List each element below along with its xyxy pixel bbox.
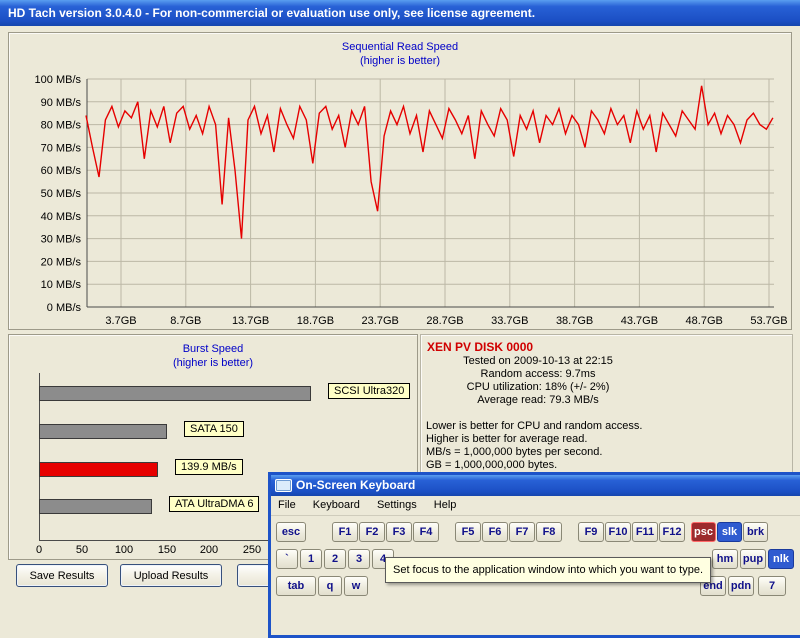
osk-key-F1[interactable]: F1 — [332, 522, 358, 542]
x-tick-label: 8.7GB — [170, 315, 201, 327]
osk-key-3[interactable]: 3 — [348, 549, 370, 569]
osk-key-esc[interactable]: esc — [276, 522, 306, 542]
osk-key-pup[interactable]: pup — [740, 549, 766, 569]
osk-key-7[interactable]: 7 — [758, 576, 786, 596]
osk-key-`[interactable]: ` — [276, 549, 298, 569]
osk-key-nlk[interactable]: nlk — [768, 549, 794, 569]
menu-keyboard[interactable]: Keyboard — [306, 496, 367, 515]
window-title: HD Tach version 3.0.4.0 - For non-commer… — [8, 6, 535, 20]
osk-key-2[interactable]: 2 — [324, 549, 346, 569]
osk-key-F7[interactable]: F7 — [509, 522, 535, 542]
burst-x-tick-label: 200 — [192, 544, 226, 556]
x-tick-label: 18.7GB — [297, 315, 334, 327]
menu-settings[interactable]: Settings — [370, 496, 424, 515]
osk-key-F4[interactable]: F4 — [413, 522, 439, 542]
osk-key-tab[interactable]: tab — [276, 576, 316, 596]
menu-file[interactable]: File — [271, 496, 303, 515]
upload-results-button[interactable]: Upload Results — [120, 564, 222, 587]
sequential-read-chart: 0 MB/s 10 MB/s 20 MB/s 30 MB/s 40 MB/s 50 MB/… — [9, 33, 789, 327]
osk-key-1[interactable]: 1 — [300, 549, 322, 569]
y-tick-label: 60 MB/s — [41, 165, 82, 177]
burst-bar — [39, 424, 167, 439]
burst-bar-label: 139.9 MB/s — [175, 459, 243, 475]
osk-key-F8[interactable]: F8 — [536, 522, 562, 542]
osk-title: On-Screen Keyboard — [296, 475, 415, 496]
osk-key-F2[interactable]: F2 — [359, 522, 385, 542]
x-tick-label: 53.7GB — [750, 315, 787, 327]
x-tick-label: 23.7GB — [362, 315, 399, 327]
burst-x-tick-label: 50 — [65, 544, 99, 556]
info-note-line: MB/s = 1,000,000 bytes per second. — [426, 446, 792, 459]
osk-key-F9[interactable]: F9 — [578, 522, 604, 542]
y-tick-label: 40 MB/s — [41, 211, 82, 223]
y-tick-label: 100 MB/s — [35, 74, 82, 86]
osk-key-pdn[interactable]: pdn — [728, 576, 754, 596]
osk-titlebar[interactable]: On-Screen Keyboard — [271, 475, 800, 496]
x-tick-label: 13.7GB — [232, 315, 269, 327]
burst-chart-subtitle: (higher is better) — [9, 357, 417, 369]
y-tick-label: 20 MB/s — [41, 256, 82, 268]
osk-key-q[interactable]: q — [318, 576, 342, 596]
hd-tach-titlebar[interactable]: HD Tach version 3.0.4.0 - For non-commer… — [0, 0, 800, 26]
osk-key-F11[interactable]: F11 — [632, 522, 658, 542]
drive-stats: Tested on 2009-10-13 at 22:15Random acce… — [433, 355, 643, 407]
osk-key-F6[interactable]: F6 — [482, 522, 508, 542]
x-tick-label: 48.7GB — [686, 315, 723, 327]
x-tick-label: 43.7GB — [621, 315, 658, 327]
burst-bar-label: ATA UltraDMA 6 — [169, 496, 259, 512]
osk-key-hm[interactable]: hm — [712, 549, 738, 569]
burst-bar-label: SATA 150 — [184, 421, 244, 437]
osk-key-slk[interactable]: slk — [717, 522, 742, 542]
info-line: Tested on 2009-10-13 at 22:15 — [433, 355, 643, 368]
x-tick-label: 3.7GB — [105, 315, 136, 327]
y-tick-label: 90 MB/s — [41, 97, 82, 109]
drive-notes: Lower is better for CPU and random acces… — [421, 420, 792, 472]
y-tick-label: 0 MB/s — [47, 302, 82, 314]
osk-key-F5[interactable]: F5 — [455, 522, 481, 542]
info-note-line: GB = 1,000,000,000 bytes. — [426, 459, 792, 472]
y-tick-label: 10 MB/s — [41, 279, 82, 291]
burst-bar — [39, 462, 158, 477]
menu-help[interactable]: Help — [427, 496, 464, 515]
keyboard-icon — [275, 479, 292, 492]
y-tick-label: 30 MB/s — [41, 234, 82, 246]
burst-chart-title: Burst Speed — [9, 343, 417, 355]
drive-name: XEN PV DISK 0000 — [421, 335, 792, 355]
burst-x-tick-label: 100 — [107, 544, 141, 556]
burst-x-tick-label: 150 — [150, 544, 184, 556]
osk-menubar: File Keyboard Settings Help — [271, 496, 800, 516]
info-line: CPU utilization: 18% (+/- 2%) — [433, 381, 643, 394]
x-tick-label: 38.7GB — [556, 315, 593, 327]
sequential-read-panel: 0 MB/s 10 MB/s 20 MB/s 30 MB/s 40 MB/s 50 MB/… — [8, 32, 792, 330]
info-line: Random access: 9.7ms — [433, 368, 643, 381]
y-tick-label: 70 MB/s — [41, 142, 82, 154]
save-results-button[interactable]: Save Results — [16, 564, 108, 587]
screen: { "window": { "title": "HD Tach version … — [0, 0, 800, 600]
burst-bar-label: SCSI Ultra320 — [328, 383, 410, 399]
info-note-line: Lower is better for CPU and random acces… — [426, 420, 792, 433]
osk-key-brk[interactable]: brk — [743, 522, 768, 542]
y-tick-label: 80 MB/s — [41, 120, 82, 132]
osk-key-F3[interactable]: F3 — [386, 522, 412, 542]
osk-key-F12[interactable]: F12 — [659, 522, 685, 542]
info-note-line: Higher is better for average read. — [426, 433, 792, 446]
x-tick-label: 28.7GB — [426, 315, 463, 327]
burst-bar — [39, 499, 152, 514]
osk-key-F10[interactable]: F10 — [605, 522, 631, 542]
burst-x-tick-label: 0 — [22, 544, 56, 556]
osk-tooltip: Set focus to the application window into… — [385, 557, 711, 583]
x-tick-label: 33.7GB — [491, 315, 528, 327]
y-tick-label: 50 MB/s — [41, 188, 82, 200]
seq-chart-title: Sequential Read Speed — [9, 41, 791, 53]
on-screen-keyboard-window: On-Screen Keyboard File Keyboard Setting… — [268, 472, 800, 638]
osk-key-psc[interactable]: psc — [691, 522, 716, 542]
seq-chart-subtitle: (higher is better) — [9, 55, 791, 67]
burst-bar — [39, 386, 311, 401]
info-line: Average read: 79.3 MB/s — [433, 394, 643, 407]
osk-key-w[interactable]: w — [344, 576, 368, 596]
burst-x-tick-label: 250 — [235, 544, 269, 556]
